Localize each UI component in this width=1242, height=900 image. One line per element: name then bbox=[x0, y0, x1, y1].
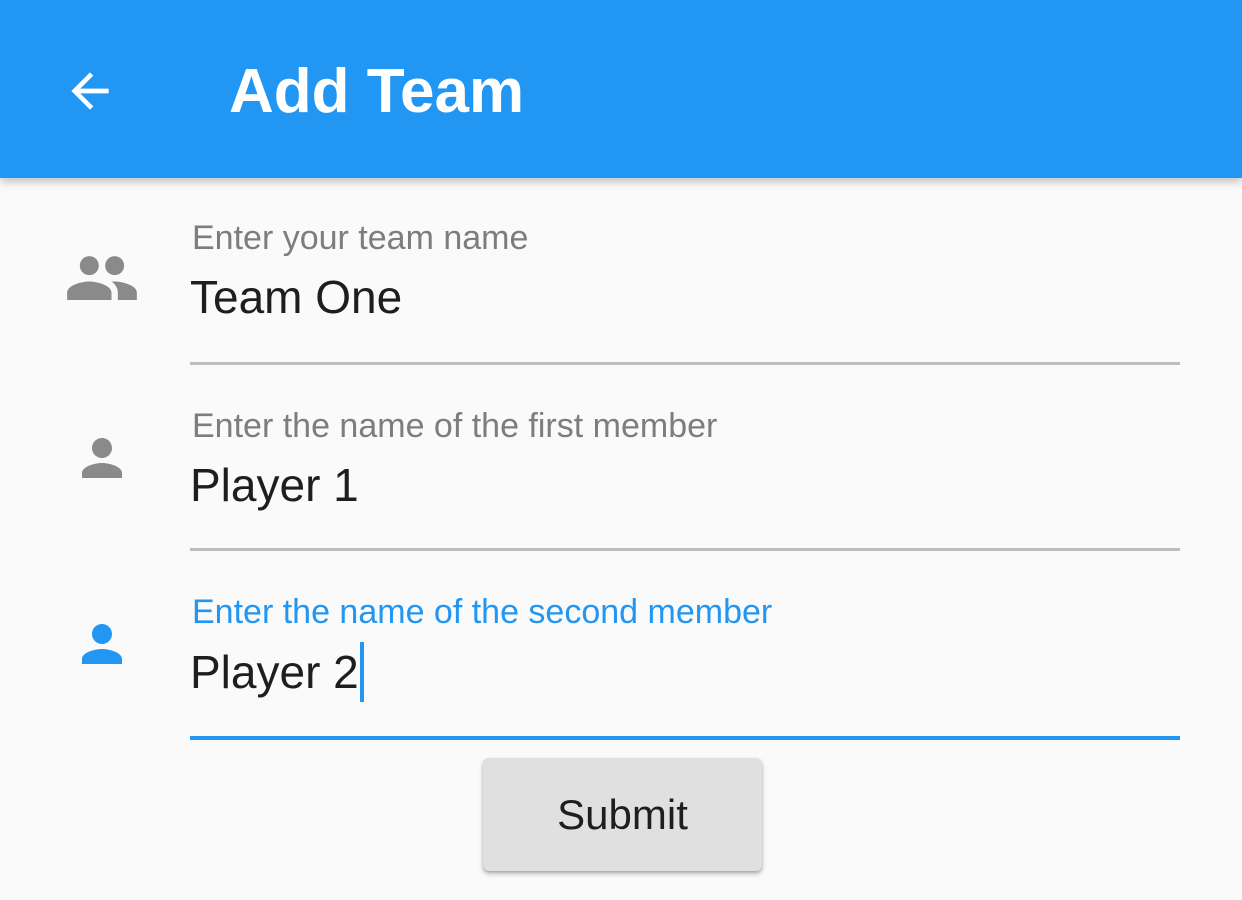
second-member-label: Enter the name of the second member bbox=[192, 593, 773, 631]
person-icon bbox=[72, 614, 132, 674]
first-member-underline bbox=[190, 548, 1180, 551]
first-member-field[interactable]: Enter the name of the first member Playe… bbox=[190, 402, 1180, 558]
add-team-form: Enter your team name Team One Enter the … bbox=[0, 178, 1242, 900]
arrow-back-icon bbox=[71, 72, 109, 110]
app-bar: Add Team bbox=[0, 0, 1242, 178]
team-name-label: Enter your team name bbox=[192, 219, 529, 257]
first-member-label: Enter the name of the first member bbox=[192, 407, 718, 445]
back-button[interactable] bbox=[50, 51, 130, 131]
second-member-text: Player 2 bbox=[190, 646, 359, 698]
person-icon bbox=[72, 428, 132, 488]
first-member-value: Player 1 bbox=[190, 459, 359, 511]
page-title: Add Team bbox=[229, 57, 525, 126]
second-member-value: Player 2 bbox=[190, 642, 364, 702]
team-name-underline bbox=[190, 362, 1180, 365]
text-cursor bbox=[359, 642, 364, 702]
group-icon bbox=[64, 244, 140, 300]
second-member-underline bbox=[190, 736, 1180, 740]
submit-button[interactable]: Submit bbox=[483, 758, 762, 871]
team-name-value: Team One bbox=[190, 271, 403, 323]
team-name-field[interactable]: Enter your team name Team One bbox=[190, 214, 1180, 370]
second-member-field[interactable]: Enter the name of the second member Play… bbox=[190, 586, 1180, 746]
